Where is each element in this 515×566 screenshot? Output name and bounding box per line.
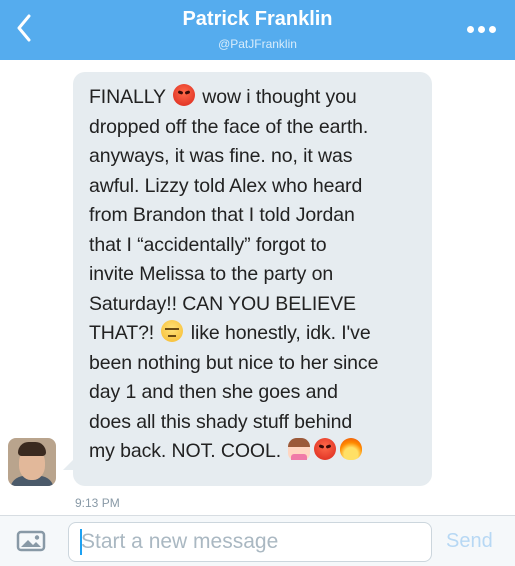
message-line: anyways, it was fine. no, it was [89, 145, 353, 167]
message-composer: Send [0, 515, 515, 566]
message-text: FINALLY [89, 86, 166, 108]
message-line: invite Melissa to the party on [89, 263, 334, 285]
more-dots-icon [466, 25, 474, 33]
message-line: FINALLY wow i thought you [89, 83, 420, 113]
avatar-hair [18, 442, 46, 456]
message-line: from Brandon that I told Jordan [89, 204, 355, 226]
message-text: wow i thought you [196, 86, 357, 108]
message-line: THAT?! like honestly, idk. I've [89, 319, 420, 349]
text-caret [80, 529, 82, 555]
message-line: that I “accidentally” forgot to [89, 233, 327, 256]
photo-icon [16, 530, 46, 552]
angry-face-icon [314, 438, 337, 460]
message-line: been nothing but nice to her since [89, 351, 379, 374]
message-line: my back. NOT. COOL. [89, 437, 420, 467]
message-line: does all this shady stuff behind [89, 410, 353, 433]
message-line: awful. Lizzy told Alex who heard [89, 174, 363, 197]
message-line: day 1 and then she goes and [89, 381, 338, 403]
conversation-header: Patrick Franklin @PatJFranklin [0, 0, 515, 60]
avatar[interactable] [8, 438, 56, 486]
fire-icon [340, 438, 363, 460]
message-bubble[interactable]: FINALLY wow i thought you dropped off th… [73, 72, 432, 486]
message-text: THAT?! [89, 322, 155, 344]
message-timestamp: 9:13 PM [75, 496, 120, 510]
more-dot [488, 25, 496, 33]
message-text: like honestly, idk. I've [185, 322, 371, 344]
bubble-tail [63, 458, 75, 470]
message-text: my back. NOT. COOL. [89, 440, 282, 462]
contact-name: Patrick Franklin [182, 8, 333, 30]
woman-gesturing-no-icon [288, 438, 311, 460]
unamused-face-icon [161, 320, 184, 342]
add-photo-button[interactable] [14, 527, 48, 555]
angry-face-icon [172, 84, 195, 106]
more-options-button[interactable] [459, 18, 503, 40]
message-line: Saturday!! CAN YOU BELIEVE [89, 292, 356, 315]
more-dot [477, 25, 485, 33]
message-input[interactable] [68, 522, 432, 562]
contact-handle: @PatJFranklin [218, 37, 297, 51]
send-button[interactable]: Send [446, 530, 493, 553]
message-line: dropped off the face of the earth. [89, 115, 369, 138]
